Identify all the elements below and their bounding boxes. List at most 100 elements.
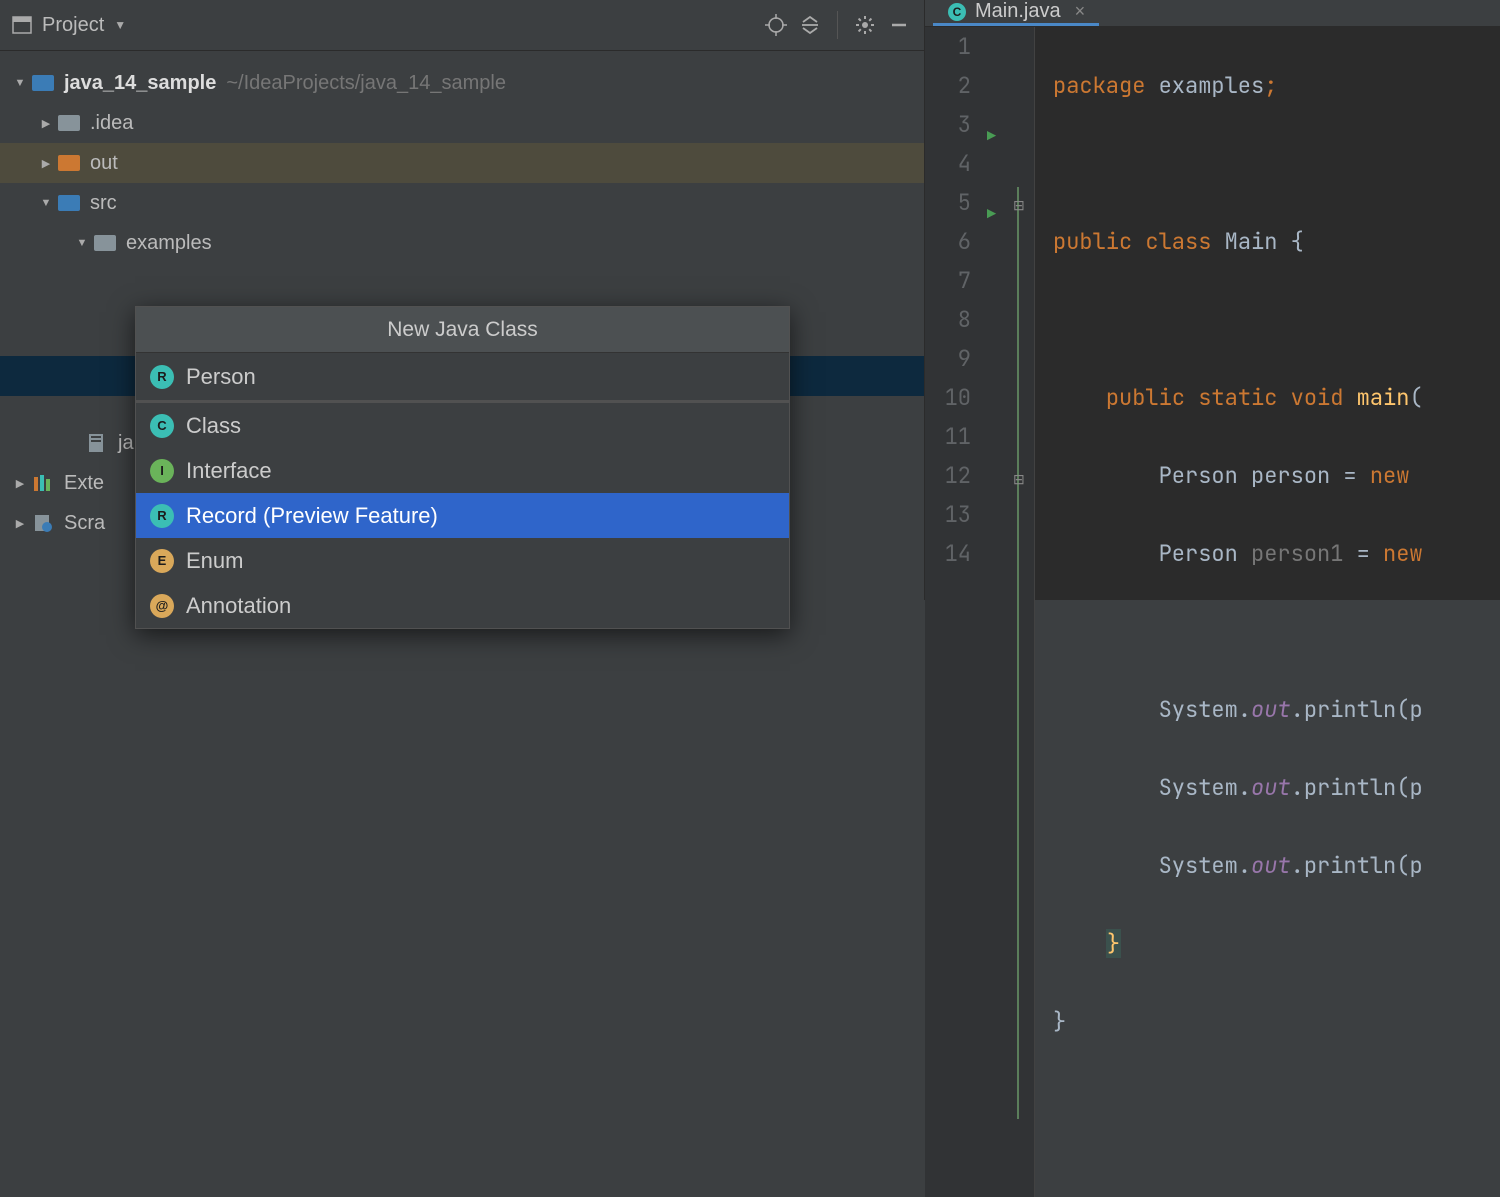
type-badge-icon: @ xyxy=(150,594,174,618)
minimize-icon[interactable] xyxy=(886,12,912,38)
brace: } xyxy=(1053,1007,1066,1036)
identifier: p xyxy=(1409,851,1422,880)
project-tree[interactable]: java_14_sample ~/IdeaProjects/java_14_sa… xyxy=(0,51,924,600)
keyword: new xyxy=(1383,539,1423,568)
popup-option-annotation[interactable]: @ Annotation xyxy=(136,583,789,628)
popup-option-class[interactable]: CClass xyxy=(136,403,789,448)
folder-icon xyxy=(56,152,82,174)
project-window-icon xyxy=(12,15,32,35)
popup-option-label: Annotation xyxy=(186,593,291,619)
identifier: System xyxy=(1159,851,1238,880)
identifier: System xyxy=(1159,773,1238,802)
popup-option-enum[interactable]: E Enum xyxy=(136,538,789,583)
keyword: void xyxy=(1291,383,1344,412)
new-class-popup: New Java Class R CClass I Interface R Record… xyxy=(135,306,790,629)
popup-option-label: Class xyxy=(186,413,241,439)
method-name: main xyxy=(1357,383,1410,412)
identifier: p xyxy=(1409,695,1422,724)
project-tool-window: Project ▼ java_14_sample ~/IdeaProjects/… xyxy=(0,0,925,600)
package-icon xyxy=(92,232,118,254)
line-numbers: 1234567891011121314 xyxy=(925,27,981,1197)
method-call: println xyxy=(1304,695,1396,724)
type-badge-icon: R xyxy=(150,504,174,528)
type: Person xyxy=(1159,461,1238,490)
tree-node-out[interactable]: out xyxy=(0,143,924,183)
popup-option-label: Record (Preview Feature) xyxy=(186,503,438,529)
gear-icon[interactable] xyxy=(852,12,878,38)
expand-arrow-icon[interactable] xyxy=(36,157,56,170)
identifier: examples xyxy=(1159,71,1265,100)
expand-arrow-icon[interactable] xyxy=(10,517,30,530)
keyword: public xyxy=(1053,227,1132,256)
keyword: static xyxy=(1198,383,1277,412)
popup-input-row: R xyxy=(136,353,789,403)
editor-tabs: C Main.java × xyxy=(925,0,1500,27)
keyword: public xyxy=(1106,383,1185,412)
fold-gutter[interactable]: ⊟ ⊟ xyxy=(1013,27,1035,1197)
project-view-label: Project xyxy=(42,14,104,37)
popup-option-label: Interface xyxy=(186,458,272,484)
svg-text:C: C xyxy=(953,5,962,19)
scratches-icon xyxy=(30,512,56,534)
tree-node-idea[interactable]: .idea xyxy=(0,103,924,143)
java-file-icon xyxy=(84,432,110,454)
project-toolbar: Project ▼ xyxy=(0,0,924,51)
run-gutter-icon[interactable]: ▶ xyxy=(987,195,996,234)
identifier: p xyxy=(1409,773,1422,802)
field: out xyxy=(1251,773,1291,802)
chevron-down-icon: ▼ xyxy=(114,18,126,32)
type-badge-icon: I xyxy=(150,459,174,483)
type: Person xyxy=(1159,539,1238,568)
tree-node-src[interactable]: src xyxy=(0,183,924,223)
method-call: println xyxy=(1304,773,1396,802)
tree-node-label: ja xyxy=(118,432,134,455)
code-area[interactable]: package examples; public class Main { pu… xyxy=(1035,27,1436,1197)
tree-node-label: .idea xyxy=(90,112,133,135)
popup-option-interface[interactable]: I Interface xyxy=(136,448,789,493)
expand-arrow-icon[interactable] xyxy=(36,197,56,209)
fold-marker-icon[interactable]: ⊟ xyxy=(1013,461,1025,500)
collapse-all-icon[interactable] xyxy=(797,12,823,38)
type-badge-icon: E xyxy=(150,549,174,573)
tree-node-examples[interactable]: examples xyxy=(0,223,924,263)
code-editor[interactable]: 1234567891011121314 ▶▶ ⊟ ⊟ package examp… xyxy=(925,27,1500,1197)
keyword: package xyxy=(1053,71,1145,100)
popup-option-label: Enum xyxy=(186,548,243,574)
keyword: new xyxy=(1370,461,1410,490)
popup-title: New Java Class xyxy=(136,307,789,353)
expand-arrow-icon[interactable] xyxy=(36,117,56,130)
fold-region-bar xyxy=(1017,187,1019,1119)
expand-arrow-icon[interactable] xyxy=(72,237,92,249)
source-folder-icon xyxy=(56,192,82,214)
expand-arrow-icon[interactable] xyxy=(10,77,30,89)
method-call: println xyxy=(1304,851,1396,880)
fold-marker-icon[interactable]: ⊟ xyxy=(1013,187,1025,226)
project-view-selector[interactable]: Project ▼ xyxy=(12,14,126,37)
identifier: System xyxy=(1159,695,1238,724)
run-gutter-icon[interactable]: ▶ xyxy=(987,117,996,156)
tab-main-java[interactable]: C Main.java × xyxy=(933,0,1099,26)
field: out xyxy=(1251,851,1291,880)
tree-node-label: out xyxy=(90,152,118,175)
field: out xyxy=(1251,695,1291,724)
identifier: person xyxy=(1251,461,1330,490)
folder-icon xyxy=(56,112,82,134)
expand-arrow-icon[interactable] xyxy=(10,477,30,490)
tree-root[interactable]: java_14_sample ~/IdeaProjects/java_14_sa… xyxy=(0,63,924,103)
run-gutter[interactable]: ▶▶ xyxy=(981,27,1013,1197)
locate-icon[interactable] xyxy=(763,12,789,38)
class-name-input[interactable] xyxy=(186,364,775,390)
tree-node-label: Scra xyxy=(64,512,105,535)
close-tab-icon[interactable]: × xyxy=(1075,1,1086,22)
tree-node-label: Exte xyxy=(64,472,104,495)
libraries-icon xyxy=(30,472,56,494)
popup-option-record[interactable]: R Record (Preview Feature) xyxy=(136,493,789,538)
identifier: person1 xyxy=(1251,539,1343,568)
brace: } xyxy=(1106,929,1121,958)
tree-node-label: java_14_sample xyxy=(64,72,216,95)
class-file-icon: C xyxy=(947,2,967,22)
tree-node-label: src xyxy=(90,192,117,215)
record-badge-icon: R xyxy=(150,365,174,389)
module-folder-icon xyxy=(30,72,56,94)
toolbar-divider xyxy=(837,11,838,39)
